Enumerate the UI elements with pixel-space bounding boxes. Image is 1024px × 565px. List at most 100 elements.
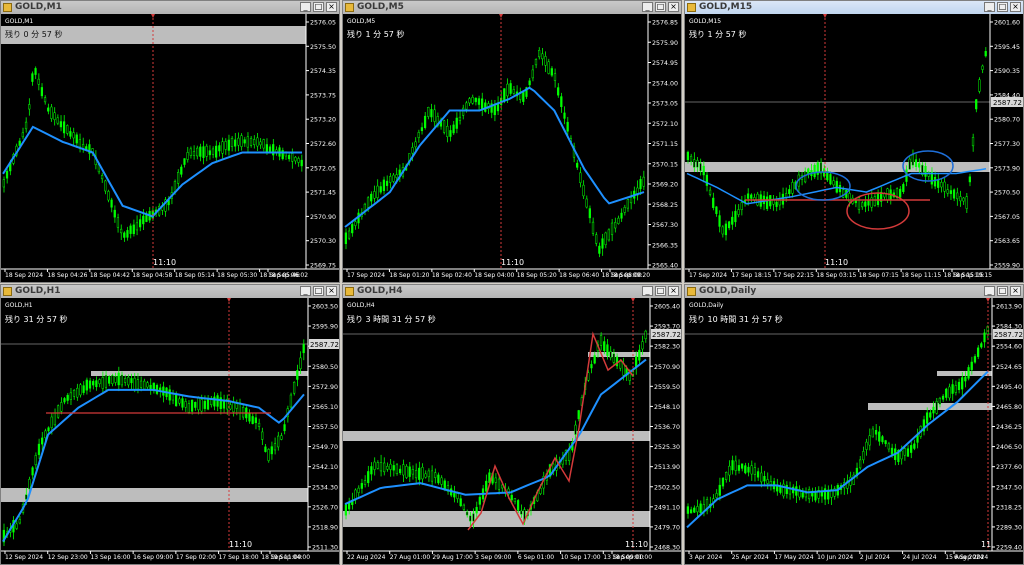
chart-window-m15[interactable]: GOLD,M15 _ □ × GOLD,M15 残り 1 分 57 秒 2601.6… — [684, 0, 1024, 283]
candle-body — [101, 377, 104, 389]
close-button[interactable]: × — [326, 2, 337, 12]
candle-body — [727, 221, 731, 229]
candle-body — [79, 384, 82, 396]
price-chart[interactable]: GOLD,M5 残り 1 分 57 秒 2576.85 2575.90 2574.9… — [343, 14, 681, 282]
candle-body — [347, 230, 351, 239]
maximize-button[interactable]: □ — [313, 286, 324, 296]
candle-body — [765, 196, 769, 209]
chart-window-h4[interactable]: GOLD,H4 _ □ × GOLD,H4 残り 3 時間 31 分 57 秒 26… — [342, 284, 682, 565]
time-label: 18 Sep 03:15 — [816, 272, 856, 279]
time-label: 17 Sep 02:00 — [176, 554, 216, 561]
candle-body — [47, 427, 50, 432]
zone-band — [588, 352, 650, 357]
candle-body — [291, 153, 294, 162]
candle-body — [126, 230, 129, 238]
candle-body — [465, 102, 468, 110]
minimize-button[interactable]: _ — [984, 2, 995, 12]
minimize-button[interactable]: _ — [984, 286, 995, 296]
candle-body — [119, 228, 123, 234]
candle-body — [31, 467, 34, 476]
price-label: 2573.75 — [310, 92, 336, 99]
price-label: 2574.35 — [310, 68, 336, 75]
price-chart[interactable]: GOLD,M15 残り 1 分 57 秒 2601.60 2595.45 2590.… — [685, 14, 1023, 282]
price-label: 2573.05 — [652, 101, 678, 108]
price-label: 2542.10 — [312, 464, 338, 471]
minimize-button[interactable]: _ — [300, 2, 311, 12]
candle-body — [92, 381, 95, 386]
chart-window-m5[interactable]: GOLD,M5 _ □ × GOLD,M5 残り 1 分 57 秒 2576.85 2… — [342, 0, 682, 283]
candle-body — [72, 132, 75, 139]
cursor-time-label: 11:10 — [825, 258, 848, 267]
candle-body — [971, 137, 975, 147]
price-label: 2570.15 — [652, 161, 678, 168]
candle-body — [423, 115, 427, 128]
candle-body — [634, 356, 638, 368]
candle-body — [469, 515, 472, 522]
window-titlebar[interactable]: GOLD,Daily _ □ × — [685, 285, 1023, 299]
close-button[interactable]: × — [668, 2, 679, 12]
candle-body — [216, 395, 219, 407]
chart-window-h1[interactable]: GOLD,H1 _ □ × GOLD,H1 残り 31 分 57 秒 2603.50… — [0, 284, 340, 565]
candle-body — [873, 196, 876, 206]
price-chart[interactable]: GOLD,Daily 残り 10 時間 31 分 57 秒 2613.90 258… — [685, 298, 1023, 564]
window-titlebar[interactable]: GOLD,M1 _ □ × — [1, 1, 339, 15]
candle-body — [534, 58, 538, 66]
candle-body — [414, 470, 418, 479]
candle-body — [411, 147, 414, 154]
candle-body — [590, 364, 593, 369]
candle-body — [50, 106, 53, 119]
maximize-button[interactable]: □ — [997, 2, 1008, 12]
candle-body — [731, 216, 734, 225]
candle-body — [868, 435, 871, 446]
candle-body — [899, 188, 902, 198]
candle-body — [40, 87, 44, 97]
candle-body — [453, 492, 456, 498]
time-label: 18 Sep 05:20 — [517, 272, 557, 279]
price-label: 2573.20 — [310, 117, 336, 124]
maximize-button[interactable]: □ — [655, 2, 666, 12]
candle-body — [929, 412, 932, 418]
window-titlebar[interactable]: GOLD,M15 _ □ × — [685, 1, 1023, 15]
candle-body — [138, 219, 142, 228]
chart-window-icon — [687, 287, 696, 296]
candle-body — [506, 83, 509, 97]
minimize-button[interactable]: _ — [642, 286, 653, 296]
minimize-button[interactable]: _ — [642, 2, 653, 12]
price-label: 2495.40 — [996, 384, 1022, 391]
candle-body — [606, 344, 609, 356]
chart-window-icon — [3, 3, 12, 12]
chart-window-daily[interactable]: GOLD,Daily _ □ × GOLD,Daily 残り 10 時間 31 分 … — [684, 284, 1024, 565]
price-chart[interactable]: GOLD,H4 残り 3 時間 31 分 57 秒 2605.402593.70… — [343, 298, 681, 564]
symbol-label: GOLD,M5 — [347, 18, 375, 25]
minimize-button[interactable]: _ — [300, 286, 311, 296]
price-chart[interactable]: GOLD,M1 残り 0 分 57 秒 2576.05 2575.50 2574.3… — [1, 14, 339, 282]
window-titlebar[interactable]: GOLD,M5 _ □ × — [343, 1, 681, 15]
candle-body — [603, 341, 606, 352]
price-label: 2525.30 — [654, 444, 680, 451]
candle-body — [746, 193, 750, 199]
window-titlebar[interactable]: GOLD,H4 _ □ × — [343, 285, 681, 299]
window-titlebar[interactable]: GOLD,H1 _ □ × — [1, 285, 339, 299]
close-button[interactable]: × — [1010, 2, 1021, 12]
chart-window-m1[interactable]: GOLD,M1 _ □ × GOLD,M1 残り 0 分 57 秒 2576.05 2… — [0, 0, 340, 283]
candle-body — [60, 402, 63, 412]
maximize-button[interactable]: □ — [313, 2, 324, 12]
maximize-button[interactable]: □ — [997, 286, 1008, 296]
candle-body — [510, 494, 513, 501]
price-chart[interactable]: GOLD,H1 残り 31 分 57 秒 2603.502595.902588.… — [1, 298, 339, 564]
close-button[interactable]: × — [668, 286, 679, 296]
candle-body — [85, 379, 88, 391]
candle-body — [249, 137, 253, 146]
close-button[interactable]: × — [1010, 286, 1021, 296]
candle-body — [418, 467, 421, 480]
price-label: 2603.50 — [312, 304, 338, 311]
chart-window-icon — [345, 3, 354, 12]
candle-body — [456, 493, 459, 499]
price-label: 2491.10 — [654, 504, 680, 511]
candle-body — [959, 196, 962, 202]
candle-body — [550, 68, 553, 76]
candle-body — [227, 139, 230, 151]
close-button[interactable]: × — [326, 286, 337, 296]
candle-body — [984, 50, 987, 57]
maximize-button[interactable]: □ — [655, 286, 666, 296]
